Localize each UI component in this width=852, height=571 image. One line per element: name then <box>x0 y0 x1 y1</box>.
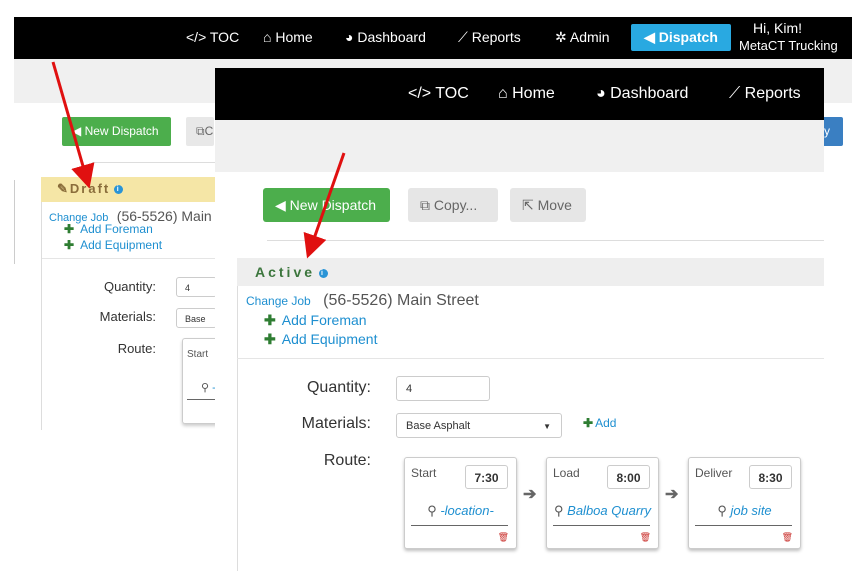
annotation-arrow-active <box>303 152 346 259</box>
annotation-arrow-draft <box>51 61 95 189</box>
annotation-overlay <box>51 61 346 259</box>
